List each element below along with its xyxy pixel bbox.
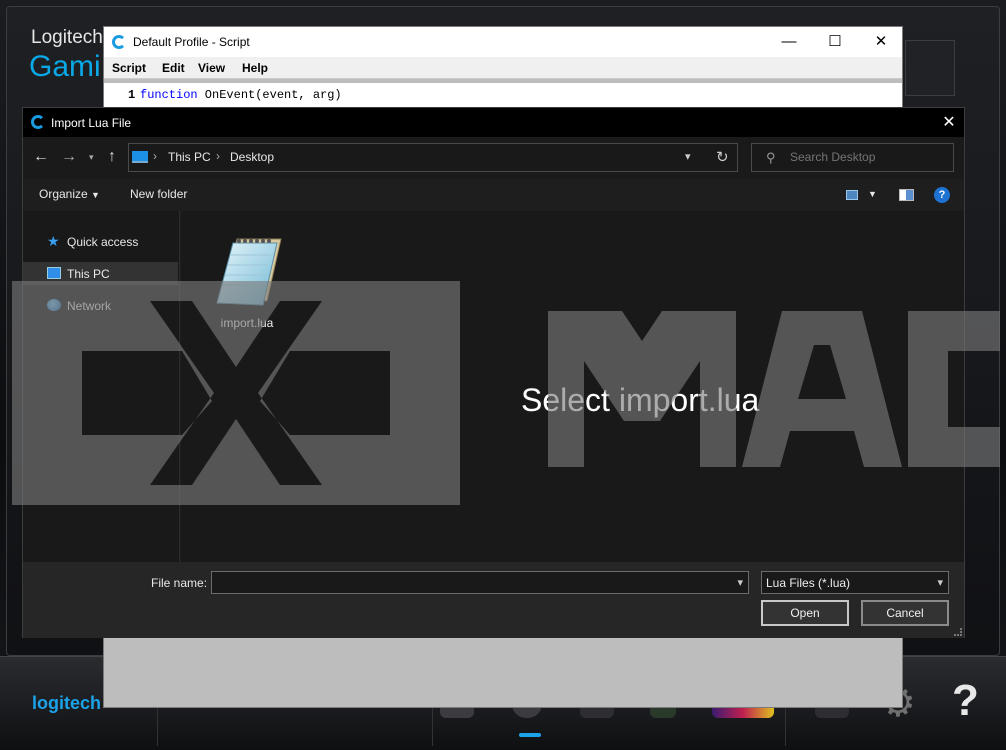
minimize-button[interactable]: — — [766, 31, 812, 53]
menu-view[interactable]: View — [198, 61, 225, 75]
file-type-select[interactable]: Lua Files (*.lua) ▾ — [761, 571, 949, 594]
help-icon[interactable]: ? — [934, 187, 950, 203]
notepad-file-icon — [216, 238, 282, 306]
search-icon: ⚲ — [766, 150, 776, 165]
file-name-label: import.lua — [220, 316, 274, 330]
script-menu-bar: Script Edit View Help — [104, 57, 902, 79]
sidebar-item-network[interactable]: Network — [23, 294, 178, 317]
organize-label: Organize — [39, 187, 88, 201]
script-window-title: Default Profile - Script — [133, 35, 250, 49]
star-icon: ★ — [47, 233, 60, 249]
file-name-combobox[interactable]: ▾ — [211, 571, 749, 594]
dialog-footer: File name: ▾ Lua Files (*.lua) ▾ Open Ca… — [23, 562, 964, 638]
open-button[interactable]: Open — [761, 600, 849, 626]
chevron-down-icon: ▾ — [937, 577, 943, 589]
file-list-pane: import.lua Select import.lua — [181, 211, 964, 562]
lgs-brand-title: Logitech — [31, 27, 103, 48]
instruction-caption: Select import.lua — [521, 382, 760, 418]
this-pc-icon — [132, 151, 148, 163]
up-arrow-icon[interactable]: ↑ — [108, 147, 116, 167]
new-folder-button[interactable]: New folder — [130, 187, 187, 201]
sidebar-item-label: Network — [67, 299, 112, 313]
view-options-chevron-icon[interactable]: ▼ — [868, 189, 877, 199]
line-number: 1 — [128, 88, 136, 102]
back-arrow-icon[interactable]: ← — [33, 147, 49, 167]
lgs-active-tab-indicator — [519, 733, 541, 737]
recent-locations-chevron-icon[interactable]: ▾ — [89, 147, 94, 167]
refresh-icon[interactable]: ↻ — [716, 148, 729, 166]
code-text: OnEvent(event, arg) — [197, 88, 342, 102]
sidebar-item-this-pc[interactable]: This PC — [23, 262, 178, 285]
lgs-side-panel — [905, 40, 955, 96]
monitor-icon — [47, 267, 61, 279]
file-name-field-label: File name: — [151, 576, 208, 590]
lgs-brand-subtitle: Gami — [29, 50, 101, 83]
forward-arrow-icon[interactable]: → — [61, 147, 77, 167]
lgs-help-icon[interactable]: ? — [952, 676, 979, 726]
breadcrumb-desktop[interactable]: Desktop — [230, 150, 274, 164]
dialog-toolbar: Organize ▼ New folder ▼ ? — [23, 179, 964, 211]
script-title-bar: Default Profile - Script — ☐ ✕ — [104, 27, 902, 57]
resize-grip-icon[interactable] — [954, 628, 962, 636]
close-button[interactable]: ✕ — [858, 31, 904, 53]
import-lua-file-dialog: Import Lua File ✕ ← → ▾ ↑ › This PC › De… — [22, 107, 965, 638]
menu-edit[interactable]: Edit — [162, 61, 185, 75]
breadcrumb-this-pc[interactable]: This PC — [168, 150, 211, 164]
sidebar-item-quick-access[interactable]: ★ Quick access — [23, 230, 178, 253]
cancel-button[interactable]: Cancel — [861, 600, 949, 626]
chevron-down-icon: ▼ — [91, 190, 100, 200]
preview-pane-icon[interactable] — [899, 189, 914, 201]
navigation-bar: ← → ▾ ↑ › This PC › Desktop ▾ ↻ ⚲ — [23, 137, 964, 179]
search-box[interactable]: ⚲ — [751, 143, 954, 172]
logitech-g-icon — [31, 115, 45, 129]
change-view-icon[interactable] — [846, 190, 858, 200]
navigation-pane: ★ Quick access This PC Network — [23, 211, 180, 562]
code-line: function OnEvent(event, arg) — [140, 88, 342, 102]
code-keyword: function — [140, 88, 198, 102]
address-dropdown-chevron-icon[interactable]: ▾ — [685, 150, 691, 163]
organize-button[interactable]: Organize ▼ — [39, 187, 100, 201]
menu-help[interactable]: Help — [242, 61, 268, 75]
logitech-g-icon — [112, 35, 126, 49]
dialog-title-bar: Import Lua File ✕ — [23, 108, 964, 137]
network-icon — [47, 299, 61, 311]
dialog-title: Import Lua File — [51, 116, 132, 130]
logitech-logo: logitech — [32, 693, 102, 713]
dialog-close-button[interactable]: ✕ — [936, 110, 962, 136]
file-name-input[interactable] — [216, 575, 726, 589]
file-type-value: Lua Files (*.lua) — [766, 576, 851, 590]
search-input[interactable] — [790, 150, 950, 164]
address-bar[interactable]: › This PC › Desktop ▾ ↻ — [128, 143, 738, 172]
sidebar-item-label: Quick access — [67, 235, 139, 249]
file-item-import-lua[interactable]: import.lua — [197, 225, 297, 335]
breadcrumb-separator-icon: › — [216, 149, 220, 163]
breadcrumb-separator-icon: › — [153, 149, 157, 163]
maximize-button[interactable]: ☐ — [812, 31, 858, 53]
sidebar-item-label: This PC — [67, 267, 110, 281]
chevron-down-icon[interactable]: ▾ — [737, 576, 743, 589]
menu-script[interactable]: Script — [112, 61, 146, 75]
